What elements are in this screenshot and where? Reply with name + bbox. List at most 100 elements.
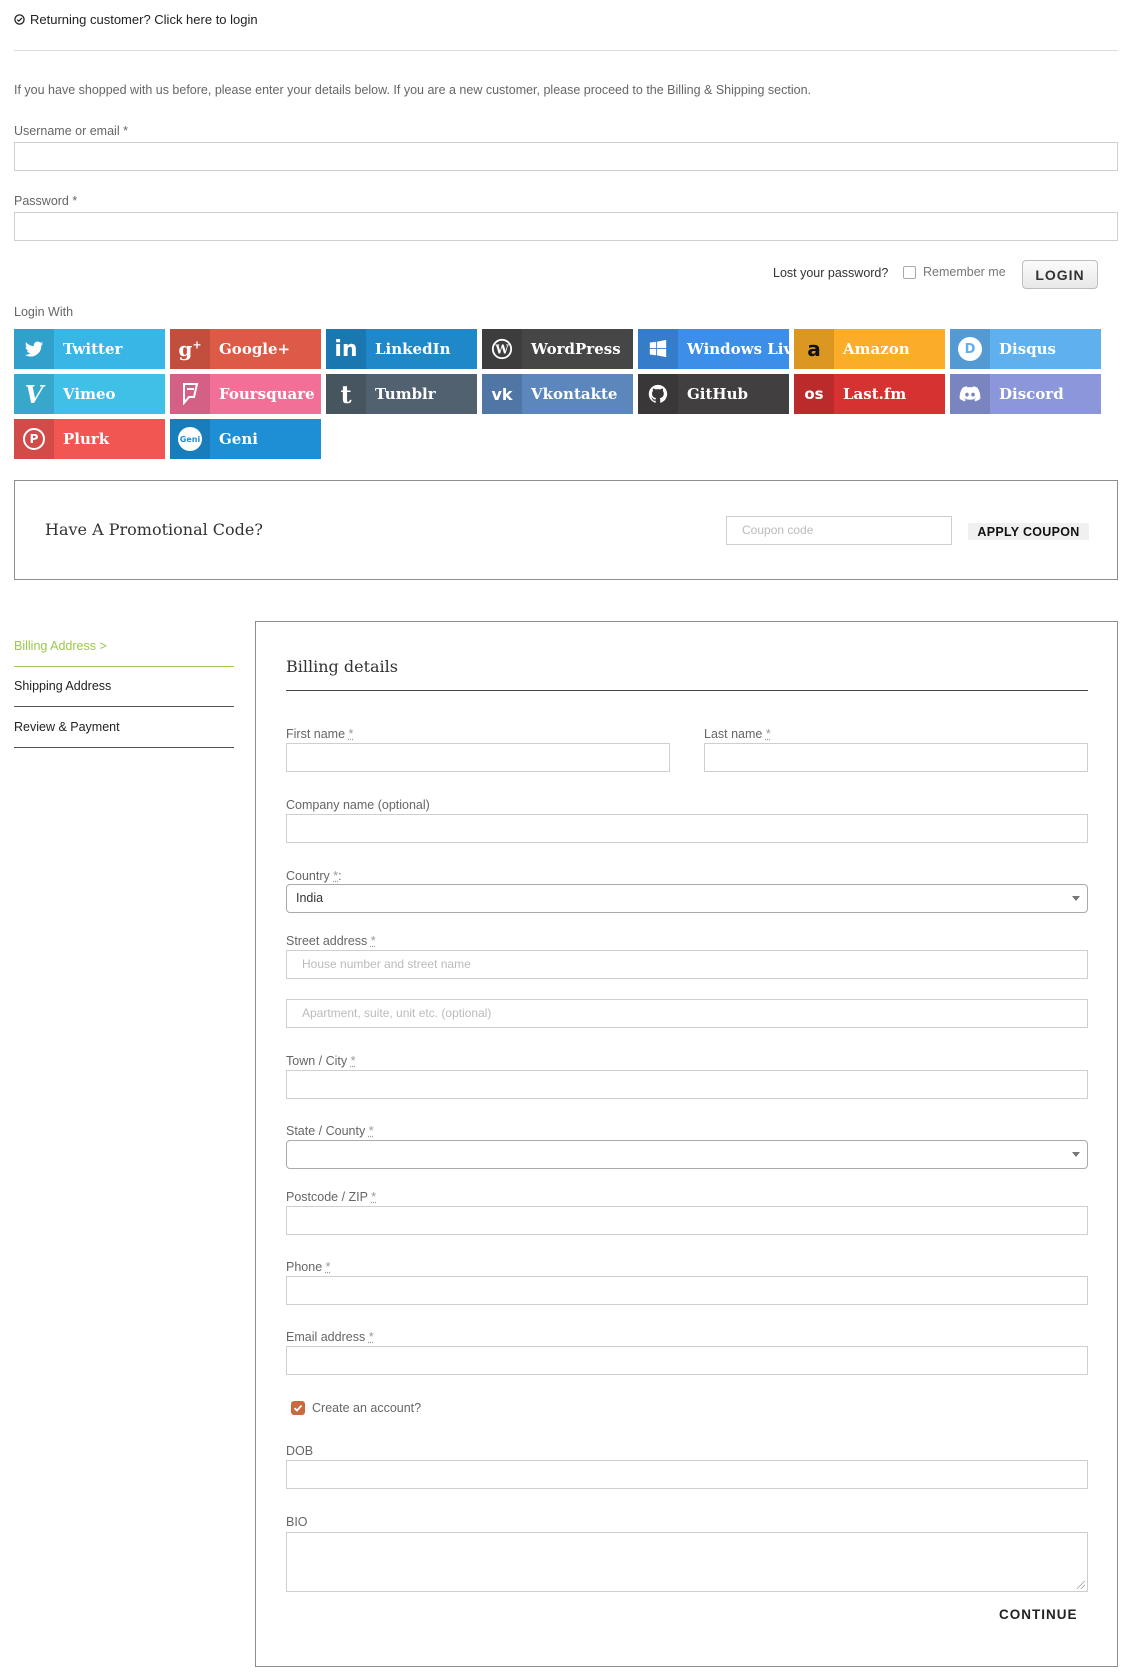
tumblr-icon: t (326, 374, 366, 414)
apply-coupon-button[interactable]: APPLY COUPON (968, 523, 1089, 540)
check-circle-icon (14, 14, 25, 25)
password-label: Password * (14, 194, 78, 208)
billing-title: Billing details (286, 657, 398, 676)
windows-icon (638, 329, 678, 369)
social-login-geni-button[interactable]: Geni Geni (170, 419, 321, 459)
username-label: Username or email * (14, 124, 128, 138)
first-name-label: First name * (286, 727, 354, 741)
postcode-input[interactable] (286, 1206, 1088, 1235)
coupon-input[interactable]: Coupon code (726, 516, 952, 545)
social-login-label: Discord (999, 385, 1064, 403)
social-login-tumblr-button[interactable]: t Tumblr (326, 374, 477, 414)
social-login-vkontakte-button[interactable]: vk Vkontakte (482, 374, 633, 414)
remember-me-label: Remember me (923, 265, 1006, 279)
city-input[interactable] (286, 1070, 1088, 1099)
social-login-windows-live-button[interactable]: Windows Live (638, 329, 802, 369)
country-select[interactable]: India (286, 884, 1088, 913)
street-label: Street address * (286, 934, 376, 948)
social-login-label: LinkedIn (375, 340, 451, 358)
social-login-vimeo-button[interactable]: V Vimeo (14, 374, 165, 414)
billing-details-panel: Billing details First name * Last name *… (255, 621, 1118, 1667)
social-login-label: Google+ (219, 340, 291, 358)
step-billing-address[interactable]: Billing Address > (14, 627, 234, 667)
resize-handle-icon[interactable] (1077, 1581, 1085, 1589)
social-login-twitter-button[interactable]: Twitter (14, 329, 165, 369)
create-account-checkbox-row[interactable]: Create an account? (291, 1401, 421, 1415)
social-login-amazon-button[interactable]: a Amazon (794, 329, 945, 369)
email-input[interactable] (286, 1346, 1088, 1375)
last-name-input[interactable] (704, 743, 1088, 772)
social-login-last-fm-button[interactable]: os Last.fm (794, 374, 945, 414)
social-login-plurk-button[interactable]: P Plurk (14, 419, 165, 459)
social-login-foursquare-button[interactable]: Foursquare (170, 374, 321, 414)
social-login-discord-button[interactable]: Discord (950, 374, 1101, 414)
step-shipping-address[interactable]: Shipping Address (14, 667, 234, 707)
company-input[interactable] (286, 814, 1088, 843)
vk-icon: vk (482, 374, 522, 414)
social-login-label: Amazon (843, 340, 910, 358)
phone-label: Phone * (286, 1260, 331, 1274)
social-login-wordpress-button[interactable]: W WordPress (482, 329, 633, 369)
street-address-2-input[interactable]: Apartment, suite, unit etc. (optional) (286, 999, 1088, 1028)
social-login-linkedin-button[interactable]: in LinkedIn (326, 329, 477, 369)
social-login-google-button[interactable]: g+ Google+ (170, 329, 321, 369)
remember-me-checkbox[interactable] (903, 265, 916, 279)
wordpress-icon: W (482, 329, 522, 369)
divider (14, 50, 1118, 51)
social-login-label: WordPress (531, 340, 621, 358)
google-plus-icon: g+ (170, 329, 210, 369)
login-button[interactable]: LOGIN (1022, 260, 1098, 289)
dob-label: DOB (286, 1444, 314, 1458)
svg-text:W: W (494, 343, 509, 357)
dob-input[interactable] (286, 1460, 1088, 1489)
social-login-label: Vimeo (63, 385, 116, 403)
country-label: Country *: (286, 869, 342, 883)
social-login-label: Geni (219, 430, 258, 448)
vimeo-icon: V (14, 374, 54, 414)
linkedin-icon: in (326, 329, 366, 369)
username-input[interactable] (14, 142, 1118, 171)
login-intro: If you have shopped with us before, plea… (14, 83, 812, 97)
last-name-label: Last name * (704, 727, 771, 741)
remember-me[interactable]: Remember me (903, 265, 1006, 279)
state-label: State / County * (286, 1124, 374, 1138)
disqus-icon: D (950, 329, 990, 369)
chevron-down-icon (1072, 896, 1080, 901)
social-login-disqus-button[interactable]: D Disqus (950, 329, 1101, 369)
bio-textarea[interactable] (286, 1532, 1088, 1592)
promo-code-box: Have A Promotional Code? Coupon code APP… (14, 480, 1118, 580)
social-login-label: Vkontakte (531, 385, 618, 403)
login-actions: Lost your password? Remember me LOGIN (0, 260, 1118, 290)
social-login-label: Twitter (63, 340, 123, 358)
city-label: Town / City * (286, 1054, 356, 1068)
phone-input[interactable] (286, 1276, 1088, 1305)
social-login-github-button[interactable]: GitHub (638, 374, 789, 414)
github-icon (638, 374, 678, 414)
returning-customer-notice[interactable]: Returning customer? Click here to login (14, 12, 258, 27)
create-account-label: Create an account? (312, 1401, 422, 1415)
postcode-label: Postcode / ZIP * (286, 1190, 377, 1204)
plurk-icon: P (14, 419, 54, 459)
geni-icon: Geni (170, 419, 210, 459)
continue-button[interactable]: CONTINUE (999, 1607, 1078, 1622)
discord-icon (950, 374, 990, 414)
lost-password-link[interactable]: Lost your password? (773, 266, 888, 280)
bio-label: BIO (286, 1515, 308, 1529)
social-login-label: Foursquare (219, 385, 315, 403)
chevron-down-icon (1072, 1152, 1080, 1157)
password-input[interactable] (14, 212, 1118, 241)
promo-title: Have A Promotional Code? (45, 520, 263, 539)
state-select[interactable] (286, 1140, 1088, 1169)
social-login-label: GitHub (687, 385, 749, 403)
social-login-label: Disqus (999, 340, 1056, 358)
company-label: Company name (optional) (286, 798, 430, 812)
returning-customer-link[interactable]: Returning customer? Click here to login (30, 12, 258, 27)
foursquare-icon (170, 374, 210, 414)
check-icon (293, 1404, 303, 1412)
first-name-input[interactable] (286, 743, 670, 772)
social-login-label: Tumblr (375, 385, 436, 403)
social-login-label: Windows Live (687, 340, 802, 358)
step-review-payment[interactable]: Review & Payment (14, 708, 234, 748)
street-address-input[interactable]: House number and street name (286, 950, 1088, 979)
create-account-checkbox[interactable] (291, 1401, 305, 1415)
